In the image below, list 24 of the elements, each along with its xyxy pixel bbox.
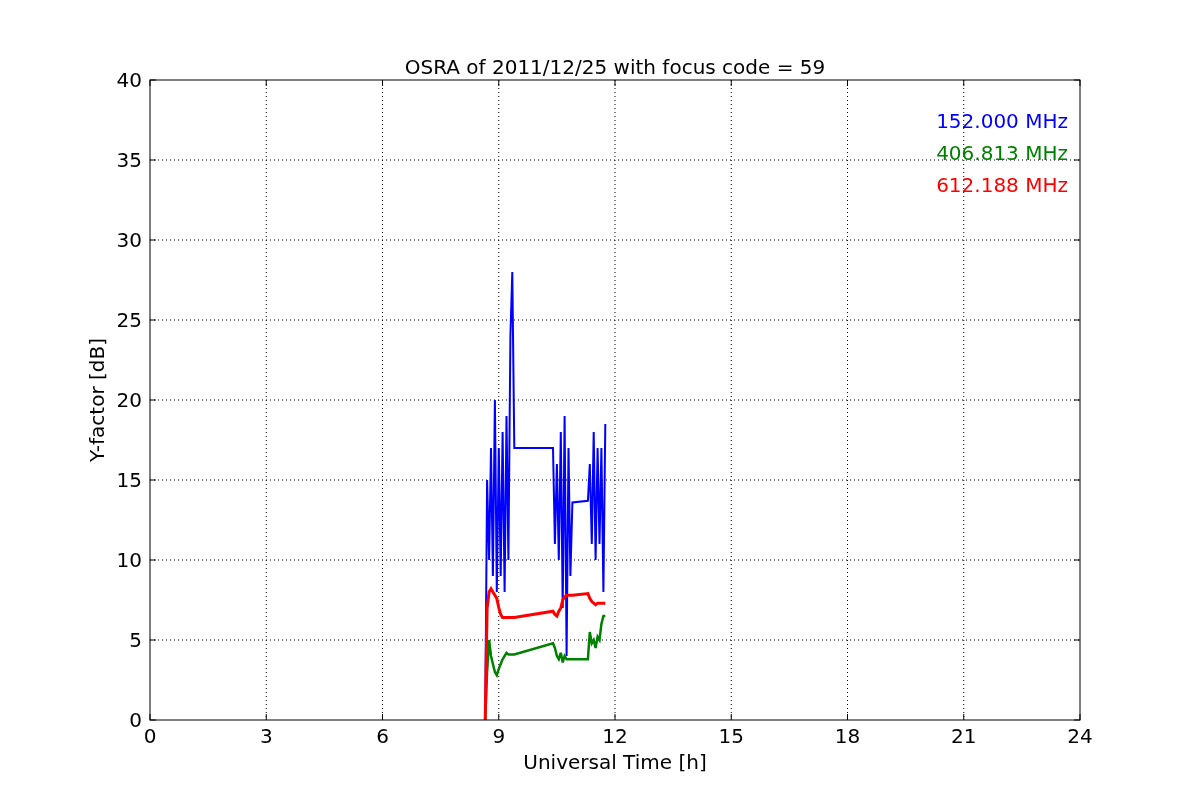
x-tick-label: 0 <box>143 724 157 748</box>
y-tick-label: 30 <box>116 228 142 252</box>
y-tick-label: 20 <box>116 388 142 412</box>
x-tick-label: 24 <box>1067 724 1093 748</box>
y-tick-label: 35 <box>116 148 142 172</box>
y-tick-label: 40 <box>116 68 142 92</box>
x-tick-label: 6 <box>376 724 389 748</box>
x-tick-label: 15 <box>718 724 744 748</box>
x-tick-label: 12 <box>602 724 628 748</box>
x-tick-label: 3 <box>259 724 273 748</box>
y-tick-label: 15 <box>116 468 142 492</box>
x-tick-label: 9 <box>492 724 506 748</box>
legend-label: 152.000 MHz <box>936 109 1068 133</box>
x-tick-label: 18 <box>834 724 861 748</box>
x-axis-title: Universal Time [h] <box>523 750 707 774</box>
y-axis-title: Y-factor [dB] <box>85 338 109 462</box>
chart-title: OSRA of 2011/12/25 with focus code = 59 <box>404 55 826 79</box>
x-tick-label: 21 <box>951 724 977 748</box>
legend-label: 406.813 MHz <box>936 141 1068 165</box>
y-tick-label: 0 <box>129 708 142 732</box>
y-tick-label: 5 <box>129 628 142 652</box>
legend-label: 612.188 MHz <box>936 173 1068 197</box>
y-tick-label: 25 <box>116 308 142 332</box>
y-tick-label: 10 <box>116 548 142 572</box>
